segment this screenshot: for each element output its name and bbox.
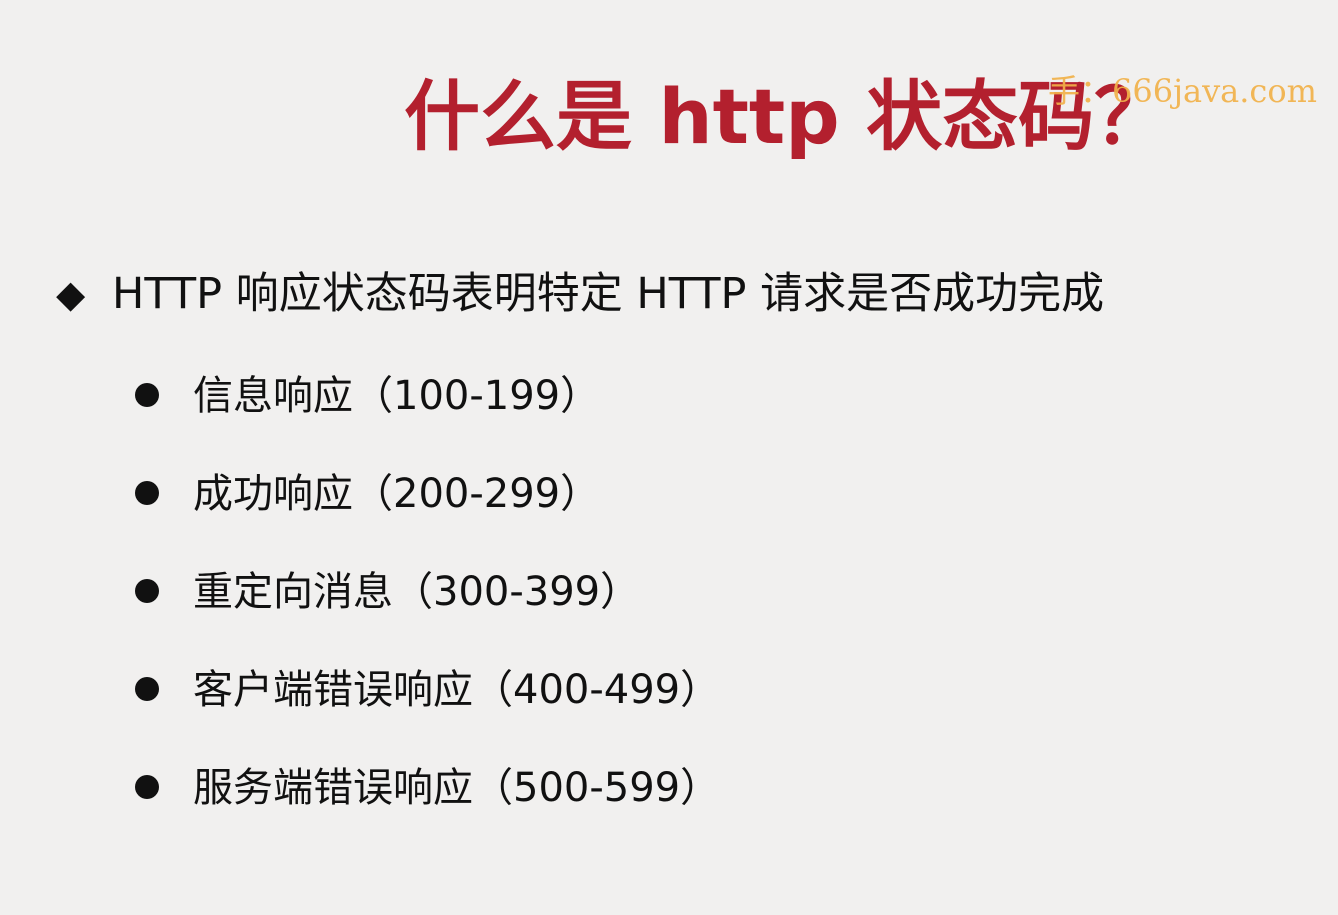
list-item: 重定向消息（300-399） [135, 562, 1035, 660]
status-category-label: 信息响应（100-199） [193, 373, 601, 419]
list-item: 服务端错误响应（500-599） [135, 758, 1035, 856]
slide: 什么是 http 状态码？ ⼿：666java.com ◆ HTTP 响应状态码… [0, 0, 1338, 915]
lead-statement-text: HTTP 响应状态码表明特定 HTTP 请求是否成功完成 [112, 269, 1105, 319]
diamond-icon: ◆ [56, 272, 86, 316]
status-category-label: 服务端错误响应（500-599） [193, 765, 721, 811]
list-item: 信息响应（100-199） [135, 366, 1035, 464]
status-category-label: 重定向消息（300-399） [193, 569, 641, 615]
status-category-list: 信息响应（100-199） 成功响应（200-299） 重定向消息（300-39… [135, 366, 1035, 826]
bullet-icon [135, 579, 159, 603]
bullet-icon [135, 481, 159, 505]
lead-statement: ◆ HTTP 响应状态码表明特定 HTTP 请求是否成功完成 [56, 262, 1286, 326]
list-item: 客户端错误响应（400-499） [135, 660, 1035, 758]
watermark: ⼿：666java.com [1048, 72, 1317, 110]
bullet-icon [135, 775, 159, 799]
bullet-icon [135, 383, 159, 407]
list-item: 成功响应（200-299） [135, 464, 1035, 562]
bullet-icon [135, 677, 159, 701]
status-category-label: 成功响应（200-299） [193, 471, 601, 517]
status-category-label: 客户端错误响应（400-499） [193, 667, 721, 713]
